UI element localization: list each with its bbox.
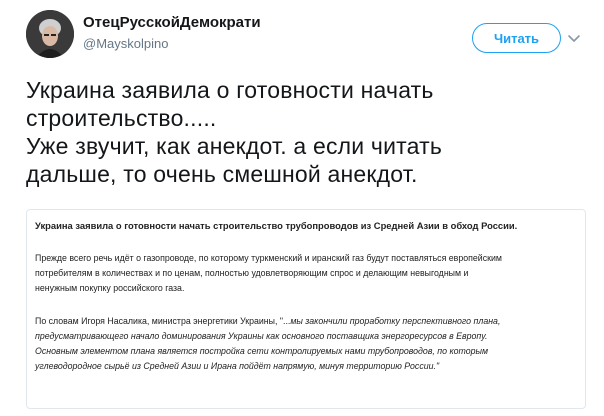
article-paragraph: По словам Игоря Насалика, министра энерг… bbox=[35, 314, 577, 374]
article-title: Украина заявила о готовности начать стро… bbox=[35, 220, 518, 231]
follow-button[interactable]: Читать bbox=[472, 23, 561, 53]
article-line: ненужным покупку российского газа. bbox=[35, 283, 185, 293]
tweet-text-line: Уже звучит, как анекдот. а если читать bbox=[26, 133, 443, 159]
author-handle[interactable]: @Mayskolpino bbox=[83, 36, 168, 51]
tweet-text-line: строительство..... bbox=[26, 105, 217, 131]
attached-article-image[interactable]: Украина заявила о готовности начать стро… bbox=[26, 209, 586, 409]
article-line: потребителям в количествах и по ценам, п… bbox=[35, 268, 469, 278]
article-paragraph: Прежде всего речь идёт о газопроводе, по… bbox=[35, 251, 577, 296]
article-line: Прежде всего речь идёт о газопроводе, по… bbox=[35, 253, 502, 263]
article-quote: мы закончили проработку перспективного п… bbox=[290, 316, 501, 326]
tweet-text-line: дальше, то очень смешной анекдот. bbox=[26, 161, 418, 187]
chevron-down-icon[interactable] bbox=[566, 30, 582, 46]
article-quote-line: Основным элементом плана является постро… bbox=[35, 346, 489, 356]
tweet-text: Украина заявила о готовности начать стро… bbox=[26, 76, 586, 188]
article-quote-line: углеводородное сырьё из Средней Азии и И… bbox=[35, 361, 440, 371]
author-display-name[interactable]: ОтецРусскойДемократи bbox=[83, 14, 261, 31]
article-quote-line: предусматривающего начало доминирования … bbox=[35, 331, 488, 341]
tweet-text-line: Украина заявила о готовности начать bbox=[26, 77, 434, 103]
avatar-image bbox=[26, 10, 74, 58]
article-quote-intro: По словам Игоря Насалика, министра энерг… bbox=[35, 316, 291, 326]
avatar[interactable] bbox=[26, 10, 74, 58]
